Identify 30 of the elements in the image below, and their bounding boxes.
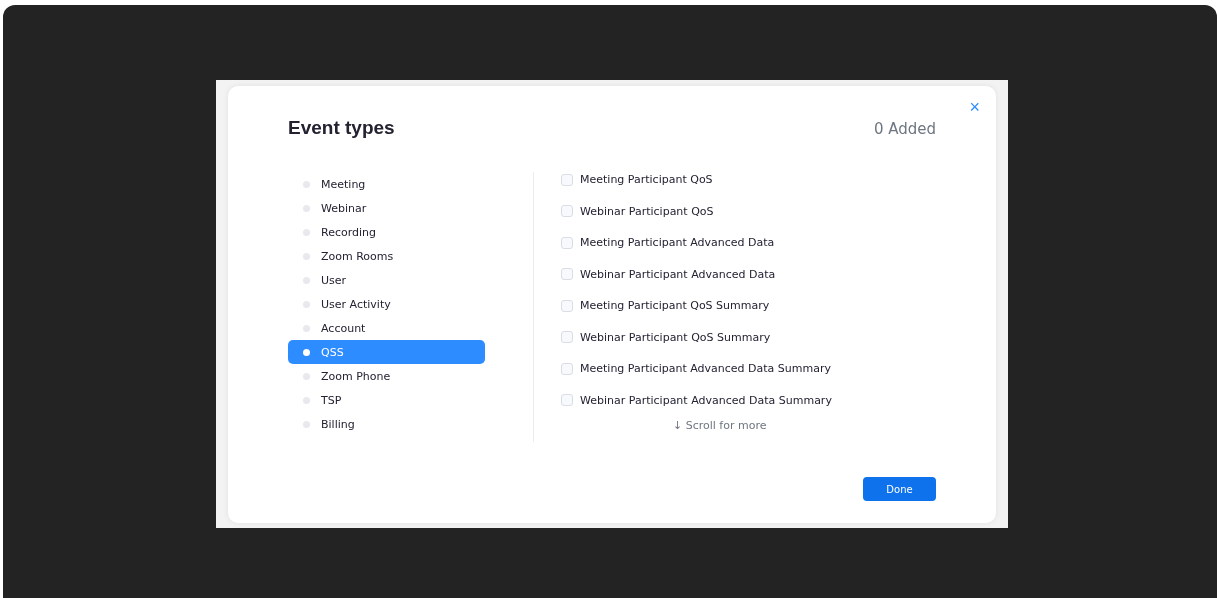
checkbox[interactable]	[561, 394, 573, 407]
event-label: Meeting Participant Advanced Data Summary	[580, 362, 831, 376]
category-item[interactable]: Webinar	[288, 196, 485, 220]
checkbox[interactable]	[561, 236, 573, 249]
event-label: Webinar Participant Advanced Data Summary	[580, 393, 832, 407]
event-label: Webinar Participant Advanced Data	[580, 267, 776, 281]
checkbox[interactable]	[561, 331, 573, 344]
category-item[interactable]: Meeting	[288, 172, 485, 196]
checkbox[interactable]	[561, 268, 573, 281]
event-label: Meeting Participant Advanced Data	[580, 236, 775, 250]
category-item[interactable]: User	[288, 268, 485, 292]
event-label: Webinar Participant QoS Summary	[580, 330, 771, 344]
added-count: 0 Added	[873, 120, 936, 138]
category-item[interactable]: Billing	[288, 412, 485, 436]
event-label: Meeting Participant QoS Summary	[580, 299, 770, 313]
checkbox[interactable]	[561, 205, 573, 218]
category-item[interactable]: User Activity	[288, 292, 485, 316]
checkbox[interactable]	[561, 299, 573, 312]
scroll-hint: ↓ Scroll for more	[673, 419, 768, 432]
event-label: Webinar Participant QoS	[580, 204, 714, 218]
dialog-title: Event types	[288, 117, 395, 139]
category-item[interactable]: Account	[288, 316, 485, 340]
category-item[interactable]: TSP	[288, 388, 485, 412]
category-item[interactable]: Recording	[288, 220, 485, 244]
done-button[interactable]: Done	[863, 477, 936, 501]
checkbox[interactable]	[561, 362, 573, 375]
category-item[interactable]: Zoom Phone	[288, 364, 485, 388]
checkbox[interactable]	[561, 173, 573, 186]
event-label: Meeting Participant QoS	[580, 173, 713, 187]
category-item[interactable]: Zoom Rooms	[288, 244, 485, 268]
